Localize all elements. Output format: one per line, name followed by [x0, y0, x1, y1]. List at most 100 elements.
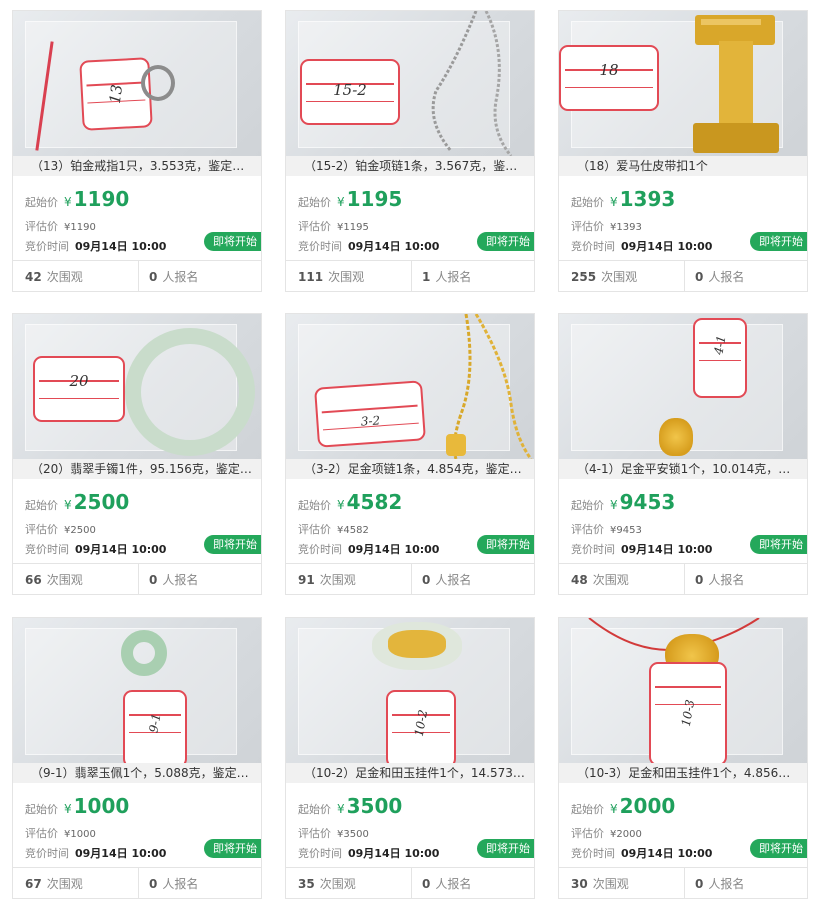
- status-badge[interactable]: 即将开始: [750, 232, 807, 251]
- signup-count: 0 人报名: [684, 868, 807, 898]
- auction-time: 09月14日 10:00: [75, 543, 167, 556]
- status-badge[interactable]: 即将开始: [477, 232, 534, 251]
- lot-tag-label: 15-2: [300, 59, 400, 125]
- signup-count: 0 人报名: [138, 868, 261, 898]
- signup-count: 1 人报名: [411, 261, 534, 291]
- view-count: 67 次围观: [25, 877, 83, 891]
- start-price: 4582: [346, 490, 403, 514]
- status-badge[interactable]: 即将开始: [477, 535, 534, 554]
- status-badge[interactable]: 即将开始: [204, 232, 261, 251]
- status-badge[interactable]: 即将开始: [204, 535, 261, 554]
- view-count: 91 次围观: [298, 573, 356, 587]
- lot-tag-label: 10-2: [386, 690, 456, 763]
- view-count: 48 次围观: [571, 573, 629, 587]
- lot-image[interactable]: 9-1: [13, 618, 261, 763]
- lot-tag-label: 4-1: [693, 318, 747, 398]
- lot-stats: 35 次围观 0 人报名: [286, 867, 534, 898]
- auction-time: 09月14日 10:00: [348, 847, 440, 860]
- lot-image[interactable]: 10-2: [286, 618, 534, 763]
- signup-count: 0 人报名: [411, 868, 534, 898]
- lot-title[interactable]: （10-2）足金和田玉挂件1个，14.573…: [286, 763, 534, 783]
- start-price: 1000: [73, 794, 130, 818]
- auction-lot-card[interactable]: 10-2 （10-2）足金和田玉挂件1个，14.573… 起始价 ¥3500 评估…: [285, 617, 535, 899]
- lot-image[interactable]: 13: [13, 11, 261, 156]
- lot-image[interactable]: 18: [559, 11, 807, 156]
- lot-tag-label: 3-2: [314, 380, 426, 448]
- start-price: 2500: [73, 490, 130, 514]
- estimate-row: 评估价 ¥4582: [298, 523, 369, 536]
- signup-count: 0 人报名: [138, 261, 261, 291]
- estimate-row: 评估价 ¥3500: [298, 827, 369, 840]
- lot-tag-label: 18: [559, 45, 659, 111]
- jade-bangle: [125, 328, 255, 456]
- platinum-chain: [431, 11, 513, 156]
- lot-image[interactable]: 15-2: [286, 11, 534, 156]
- time-label: 竞价时间: [25, 240, 69, 253]
- status-badge[interactable]: 即将开始: [750, 535, 807, 554]
- lot-stats: 91 次围观 0 人报名: [286, 563, 534, 594]
- lot-stats: 42 次围观 0 人报名: [13, 260, 261, 291]
- auction-lot-card[interactable]: 3-2 （3-2）足金项链1条，4.854克，鉴定… 起始价 ¥4582 评估价 ¥…: [285, 313, 535, 595]
- estimate-row: 评估价 ¥1190: [25, 218, 96, 234]
- lot-title[interactable]: （20）翡翠手镯1件，95.156克，鉴定…: [13, 459, 261, 479]
- estimate-value: ¥4582: [337, 525, 369, 536]
- start-price-row: 起始价 ¥1393: [571, 187, 676, 211]
- auction-time: 09月14日 10:00: [348, 240, 440, 253]
- lot-stats: 67 次围观 0 人报名: [13, 867, 261, 898]
- view-count: 35 次围观: [298, 877, 356, 891]
- estimate-value: ¥1190: [64, 222, 96, 233]
- lot-title[interactable]: （3-2）足金项链1条，4.854克，鉴定…: [286, 459, 534, 479]
- signup-count: 0 人报名: [138, 564, 261, 594]
- estimate-value: ¥1393: [610, 222, 642, 233]
- view-count: 66 次围观: [25, 573, 83, 587]
- auction-lot-card[interactable]: 10-3 （10-3）足金和田玉挂件1个，4.856… 起始价 ¥2000 评估价…: [558, 617, 808, 899]
- lot-title[interactable]: （18）爱马仕皮带扣1个: [559, 156, 807, 176]
- lot-title[interactable]: （13）铂金戒指1只，3.553克，鉴定…: [13, 156, 261, 176]
- lot-image[interactable]: 20: [13, 314, 261, 459]
- lot-title[interactable]: （10-3）足金和田玉挂件1个，4.856…: [559, 763, 807, 783]
- view-count: 255 次围观: [571, 270, 638, 284]
- lot-image[interactable]: 4-1: [559, 314, 807, 459]
- start-price: 1195: [346, 187, 403, 211]
- estimate-value: ¥2000: [610, 829, 642, 840]
- lot-tag-label: 9-1: [123, 690, 187, 763]
- status-badge[interactable]: 即将开始: [477, 839, 534, 858]
- signup-count: 0 人报名: [684, 261, 807, 291]
- lot-image[interactable]: 10-3: [559, 618, 807, 763]
- estimate-value: ¥3500: [337, 829, 369, 840]
- auction-lot-card[interactable]: 13 （13）铂金戒指1只，3.553克，鉴定… 起始价 ¥1190 评估价 ¥11…: [12, 10, 262, 292]
- lot-image[interactable]: 3-2: [286, 314, 534, 459]
- status-badge[interactable]: 即将开始: [750, 839, 807, 858]
- estimate-row: 评估价 ¥9453: [571, 523, 642, 536]
- estimate-row: 评估价 ¥1000: [25, 827, 96, 840]
- lot-stats: 30 次围观 0 人报名: [559, 867, 807, 898]
- jade-pendant: [121, 630, 167, 676]
- start-price: 1190: [73, 187, 130, 211]
- auction-lot-card[interactable]: 15-2 （15-2）铂金项链1条，3.567克，鉴… 起始价 ¥1195 评估价…: [285, 10, 535, 292]
- start-price: 1393: [619, 187, 676, 211]
- view-count: 30 次围观: [571, 877, 629, 891]
- status-badge[interactable]: 即将开始: [204, 839, 261, 858]
- signup-count: 0 人报名: [411, 564, 534, 594]
- lot-tag-label: 13: [79, 57, 153, 131]
- start-price: 3500: [346, 794, 403, 818]
- start-price-row: 起始价 ¥1000: [25, 794, 130, 818]
- lot-title[interactable]: （15-2）铂金项链1条，3.567克，鉴…: [286, 156, 534, 176]
- start-price-label: 起始价: [25, 196, 58, 209]
- belt-buckle: [693, 15, 779, 153]
- auction-lot-card[interactable]: 18 （18）爱马仕皮带扣1个 起始价 ¥1393 评估价 ¥1393 竞价时间 09…: [558, 10, 808, 292]
- gold-lock-pendant: [659, 418, 693, 456]
- auction-lot-card[interactable]: 20 （20）翡翠手镯1件，95.156克，鉴定… 起始价 ¥2500 评估价 ¥2…: [12, 313, 262, 595]
- lot-title[interactable]: （4-1）足金平安锁1个，10.014克，…: [559, 459, 807, 479]
- estimate-value: ¥1000: [64, 829, 96, 840]
- auction-time: 09月14日 10:00: [75, 847, 167, 860]
- start-price: 2000: [619, 794, 676, 818]
- lot-title[interactable]: （9-1）翡翠玉佩1个，5.088克，鉴定…: [13, 763, 261, 783]
- auction-lot-card[interactable]: 9-1 （9-1）翡翠玉佩1个，5.088克，鉴定… 起始价 ¥1000 评估价 ¥…: [12, 617, 262, 899]
- auction-lot-card[interactable]: 4-1 （4-1）足金平安锁1个，10.014克，… 起始价 ¥9453 评估价 ¥…: [558, 313, 808, 595]
- estimate-value: ¥1195: [337, 222, 369, 233]
- gold-chain: [446, 314, 533, 459]
- auction-time: 09月14日 10:00: [621, 543, 713, 556]
- start-price: 9453: [619, 490, 676, 514]
- auction-time: 09月14日 10:00: [621, 847, 713, 860]
